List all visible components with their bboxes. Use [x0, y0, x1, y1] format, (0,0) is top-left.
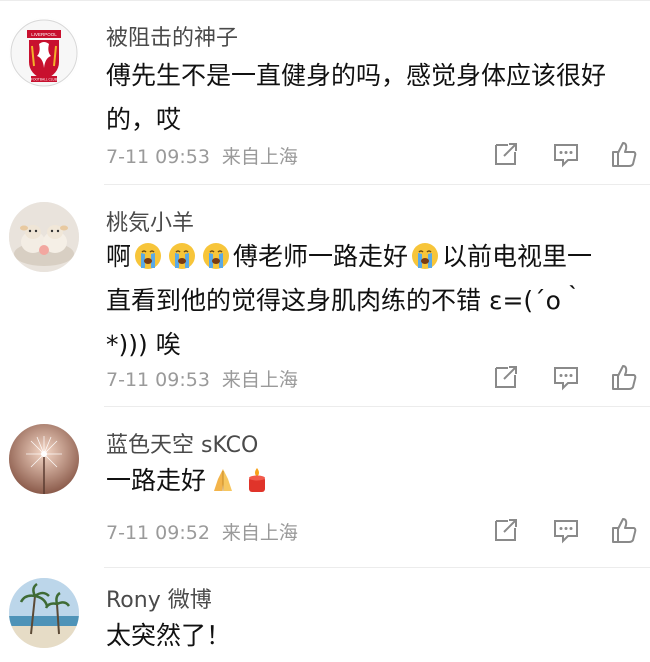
username[interactable]: 桃気小羊 [106, 205, 194, 237]
dandelion-photo-icon [9, 424, 79, 494]
source-location: 来自上海 [221, 369, 298, 391]
comment-meta: 7-11 09:53 来自上海 [106, 365, 298, 392]
loudly-crying-face-icon [412, 243, 439, 269]
loudly-crying-face-icon [203, 243, 230, 269]
loudly-crying-face-icon [169, 243, 196, 269]
avatar[interactable] [9, 424, 79, 494]
timestamp: 7-11 09:53 [106, 146, 210, 168]
comment-text-line: 傅先生不是一直健身的吗，感觉身体应该很好 [106, 61, 607, 90]
comment-item: LIVERPOOL FOOTBALL CLUB 被阻击的神子 傅先生不是一直健身… [0, 0, 650, 184]
username[interactable]: Rony 微博 [106, 582, 212, 614]
comment-item: 桃気小羊 啊傅老师一路走好 以前电视里一 直看到他的觉得这身肌肉练的不错 ε=(´… [0, 185, 650, 406]
repost-icon[interactable] [492, 363, 520, 391]
action-bar [492, 363, 640, 391]
like-icon[interactable] [610, 516, 638, 544]
comment-icon[interactable] [552, 516, 580, 544]
comment-text: 啊傅老师一路走好 以前电视里一 直看到他的觉得这身肌肉练的不错 ε=(´ο｀ *)… [106, 235, 636, 367]
folded-hands-icon [214, 469, 233, 491]
svg-text:FOOTBALL CLUB: FOOTBALL CLUB [31, 78, 57, 82]
svg-text:LIVERPOOL: LIVERPOOL [31, 32, 57, 37]
repost-icon[interactable] [492, 516, 520, 544]
candle-icon [249, 468, 266, 492]
comment-meta: 7-11 09:52 来自上海 [106, 518, 298, 545]
timestamp: 7-11 09:52 [106, 522, 210, 544]
comment-text-line: 一路走好 [106, 459, 636, 503]
comment-text: 太突然了！ [106, 614, 636, 658]
avatar[interactable] [9, 578, 79, 648]
comment-icon[interactable] [552, 140, 580, 168]
timestamp: 7-11 09:53 [106, 369, 210, 391]
comment-item: 蓝色天空 sKCO 一路走好 7-11 09:52 来自上海 [0, 407, 650, 567]
username[interactable]: 蓝色天空 sKCO [106, 427, 258, 459]
repost-icon[interactable] [492, 140, 520, 168]
avatar[interactable] [9, 202, 79, 272]
comment-text: 一路走好 [106, 459, 636, 503]
beach-photo-icon [9, 578, 79, 648]
comment-text-line: 直看到他的觉得这身肌肉练的不错 ε=(´ο｀ [106, 286, 586, 315]
username[interactable]: 被阻击的神子 [106, 20, 238, 52]
source-location: 来自上海 [221, 146, 298, 168]
liverpool-fc-crest-icon: LIVERPOOL FOOTBALL CLUB [9, 18, 79, 88]
loudly-crying-face-icon [135, 243, 162, 269]
source-location: 来自上海 [221, 522, 298, 544]
action-bar [492, 140, 640, 168]
comment-text-line: 的，哎 [106, 105, 182, 134]
action-bar [492, 516, 640, 544]
comment-text-line: *))) 唉 [106, 330, 181, 359]
comment-text-line: 啊傅老师一路走好 以前电视里一 [106, 242, 593, 271]
avatar[interactable]: LIVERPOOL FOOTBALL CLUB [9, 18, 79, 88]
comment-text: 傅先生不是一直健身的吗，感觉身体应该很好 的，哎 [106, 54, 636, 142]
plush-sheep-photo-icon [9, 202, 79, 272]
comment-icon[interactable] [552, 363, 580, 391]
comment-item: Rony 微博 太突然了！ [0, 568, 650, 662]
like-icon[interactable] [610, 363, 638, 391]
comment-meta: 7-11 09:53 来自上海 [106, 142, 298, 169]
like-icon[interactable] [610, 140, 638, 168]
comment-text-line: 太突然了！ [106, 621, 232, 650]
